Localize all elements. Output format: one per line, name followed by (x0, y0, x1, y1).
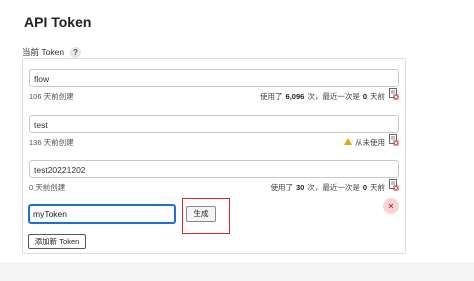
token-name-field[interactable]: test (29, 115, 399, 133)
token-created: 106 天前创建 (29, 92, 74, 101)
delete-token-icon[interactable] (389, 88, 399, 100)
warning-icon (344, 138, 352, 145)
section-label: 当前 Token ? (22, 46, 82, 58)
page-title: API Token (24, 14, 92, 30)
token-meta: 0 天前创建 使用了 30 次，最近一次是 0 天前 (29, 179, 399, 193)
last-used-days: 0 (362, 183, 367, 192)
token-usage: 从未使用 (344, 137, 385, 148)
delete-token-icon[interactable] (389, 134, 399, 146)
token-meta: 106 天前创建 使用了 6,096 次，最近一次是 0 天前 (29, 88, 399, 102)
token-name-field[interactable]: test20221202 (29, 160, 399, 178)
close-icon[interactable]: × (383, 198, 399, 214)
footer-bar (0, 262, 474, 281)
last-used-days: 0 (362, 92, 367, 101)
usage-prefix: 使用了 (260, 92, 283, 101)
add-token-button[interactable]: 添加新 Token (28, 234, 86, 249)
usage-suffix: 天前 (370, 183, 385, 192)
unused-label: 从未使用 (355, 138, 385, 147)
token-usage: 使用了 30 次，最近一次是 0 天前 (270, 182, 385, 193)
current-token-label: 当前 Token (22, 47, 65, 57)
token-created: 136 天前创建 (29, 138, 74, 147)
token-created: 0 天前创建 (29, 183, 66, 192)
generate-button[interactable]: 生成 (186, 206, 216, 222)
usage-mid: 次，最近一次是 (307, 92, 360, 101)
usage-mid: 次，最近一次是 (307, 183, 360, 192)
token-meta: 136 天前创建 从未使用 (29, 134, 399, 148)
usage-prefix: 使用了 (270, 183, 293, 192)
usage-suffix: 天前 (370, 92, 385, 101)
delete-token-icon[interactable] (389, 179, 399, 191)
token-usage: 使用了 6,096 次，最近一次是 0 天前 (260, 91, 385, 102)
token-name-field[interactable]: flow (29, 69, 399, 87)
new-token-input[interactable]: myToken (28, 204, 176, 224)
help-icon[interactable]: ? (70, 46, 82, 58)
usage-count: 6,096 (285, 92, 305, 101)
usage-count: 30 (295, 183, 305, 192)
